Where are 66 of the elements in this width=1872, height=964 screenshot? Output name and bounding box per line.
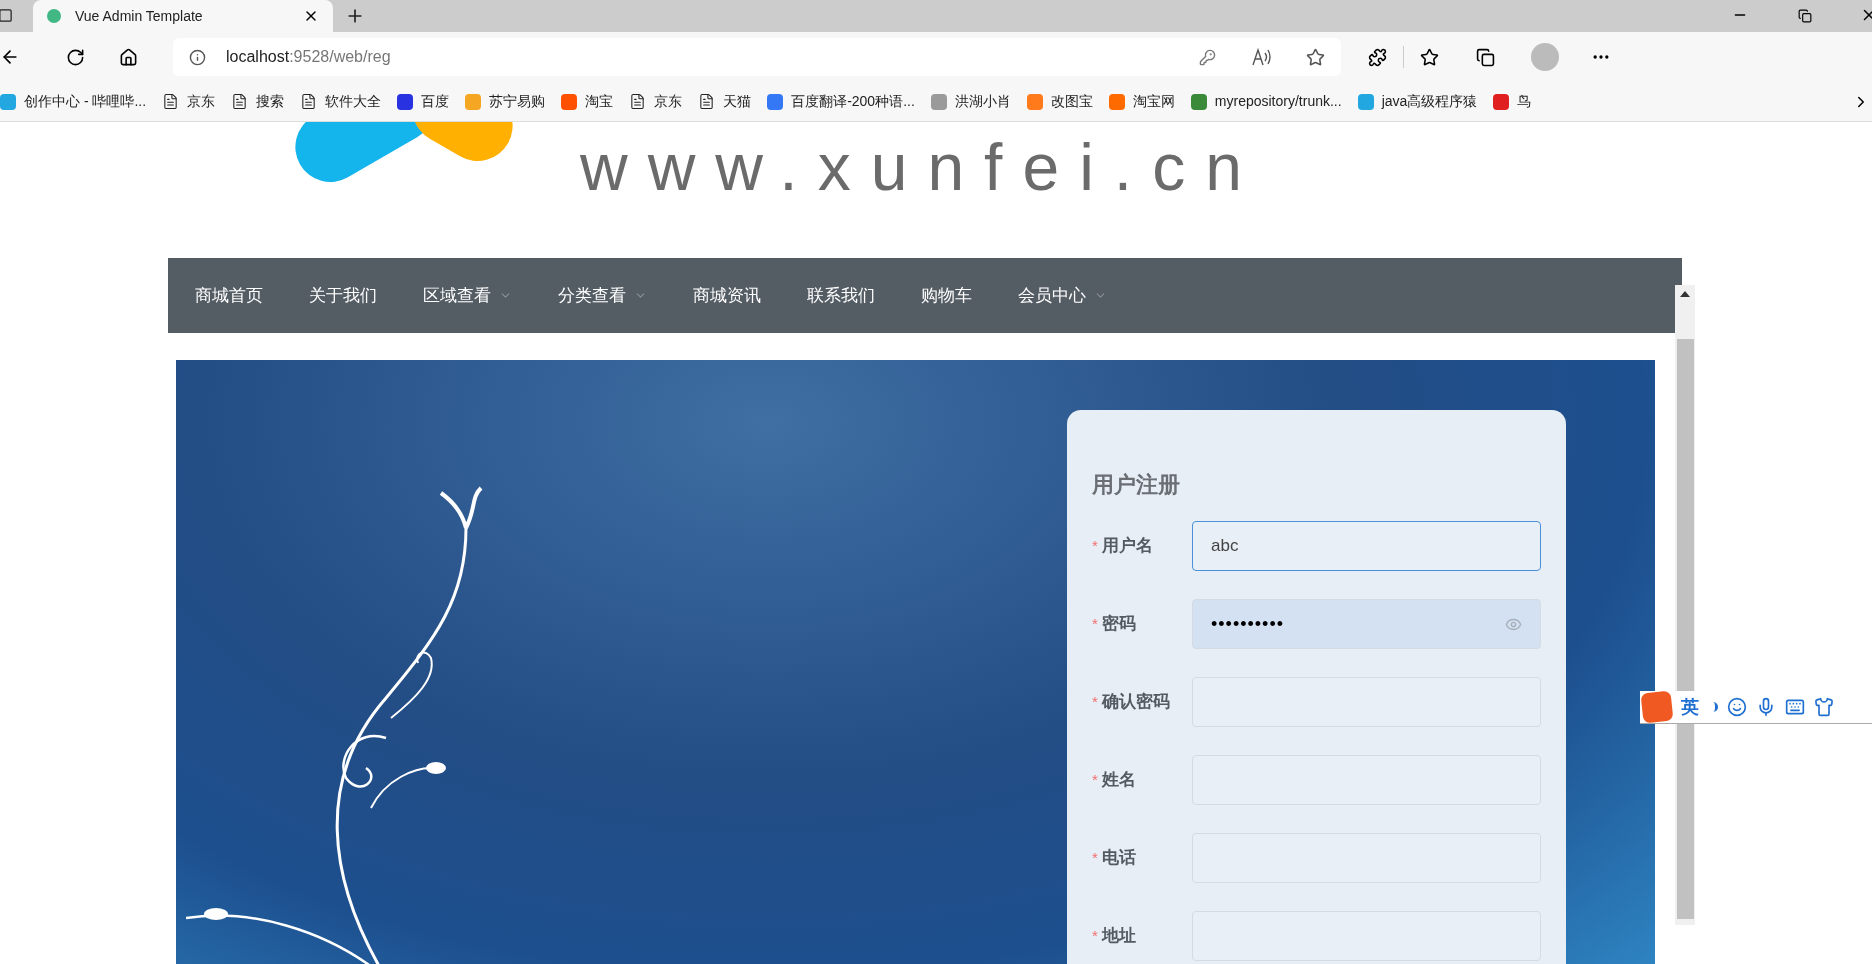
- keyboard-icon[interactable]: [1785, 697, 1805, 717]
- bookmark-item[interactable]: 搜索: [223, 86, 293, 117]
- required-mark: *: [1092, 535, 1098, 556]
- bookmark-item[interactable]: 百度: [389, 86, 458, 117]
- nav-menu-item[interactable]: 会员中心: [995, 258, 1130, 333]
- bookmark-item[interactable]: 京东: [621, 86, 691, 117]
- address-bar[interactable]: localhost:9528/web/reg: [173, 38, 1341, 76]
- favorites-icon[interactable]: [1420, 47, 1439, 67]
- field-label: 地址: [1101, 925, 1136, 948]
- ime-mode-toggle[interactable]: 英: [1681, 693, 1699, 721]
- home-icon[interactable]: [119, 47, 138, 67]
- bookmark-item[interactable]: 苏宁易购: [457, 86, 554, 117]
- form-title: 用户注册: [1092, 471, 1181, 499]
- bookmark-item[interactable]: 淘宝网: [1100, 86, 1183, 117]
- required-mark: *: [1092, 769, 1098, 790]
- nav-menu-item[interactable]: 联系我们: [784, 258, 898, 333]
- bookmark-item[interactable]: 淘宝: [553, 86, 622, 117]
- nav-menu-item[interactable]: 关于我们: [286, 258, 400, 333]
- bookmark-item[interactable]: java高级程序猿: [1349, 86, 1486, 117]
- page-icon: [231, 93, 249, 110]
- nav-menu-item[interactable]: 商城资讯: [670, 258, 784, 333]
- tab-actions-icon[interactable]: [0, 8, 13, 23]
- scroll-up-icon[interactable]: [1680, 291, 1690, 297]
- extensions-icon[interactable]: [1368, 47, 1387, 67]
- bookmark-item[interactable]: 软件大全: [292, 86, 390, 117]
- field-label: 姓名: [1101, 769, 1136, 792]
- logo-text: www.xunfei.cn: [580, 129, 1262, 206]
- required-mark: *: [1092, 613, 1098, 634]
- nav-menu-item[interactable]: 商城首页: [172, 258, 286, 333]
- reload-icon[interactable]: [66, 47, 85, 67]
- favicon-icon: [47, 9, 61, 23]
- browser-tab[interactable]: Vue Admin Template: [33, 0, 333, 32]
- required-mark: *: [1092, 925, 1098, 946]
- nav-menu-item[interactable]: 区域查看: [400, 258, 535, 333]
- page-icon: [698, 93, 716, 110]
- field-label: 密码: [1101, 613, 1136, 636]
- required-mark: *: [1092, 847, 1098, 868]
- collections-icon[interactable]: [1476, 47, 1495, 67]
- password-field[interactable]: ••••••••••: [1192, 599, 1541, 649]
- bookmark-item[interactable]: 天猫: [690, 86, 760, 117]
- page-icon: [300, 93, 318, 110]
- input-field[interactable]: abc: [1192, 521, 1541, 571]
- field-label: 用户名: [1101, 535, 1153, 558]
- emoji-icon[interactable]: [1727, 697, 1747, 717]
- bookmark-item[interactable]: 洪湖小肖: [922, 86, 1019, 117]
- field-label: 确认密码: [1101, 691, 1170, 714]
- field-label: 电话: [1101, 847, 1136, 870]
- mic-icon[interactable]: [1756, 697, 1776, 717]
- info-icon: [189, 48, 206, 66]
- bookmark-item[interactable]: myrepository/trunk...: [1182, 86, 1350, 117]
- bookmark-item[interactable]: 创作中心 - 哔哩哔...: [0, 86, 155, 117]
- bookmark-item[interactable]: 鸟: [1485, 86, 1540, 117]
- bookmark-item[interactable]: 百度翻译-200种语...: [759, 86, 923, 117]
- bookmark-item[interactable]: 京东: [154, 86, 224, 117]
- bookmark-item[interactable]: 改图宝: [1018, 86, 1101, 117]
- nav-menu-item[interactable]: 购物车: [898, 258, 995, 333]
- key-icon[interactable]: [1199, 48, 1216, 66]
- favorite-add-icon[interactable]: [1306, 47, 1325, 67]
- ime-logo-icon: [1640, 690, 1674, 724]
- skin-icon[interactable]: [1814, 697, 1834, 717]
- nav-menu-item[interactable]: 分类查看: [535, 258, 670, 333]
- page-icon: [629, 93, 647, 110]
- read-aloud-icon[interactable]: [1252, 48, 1272, 66]
- page-icon: [162, 93, 180, 110]
- restore-icon[interactable]: [1798, 9, 1812, 23]
- required-mark: *: [1092, 691, 1098, 712]
